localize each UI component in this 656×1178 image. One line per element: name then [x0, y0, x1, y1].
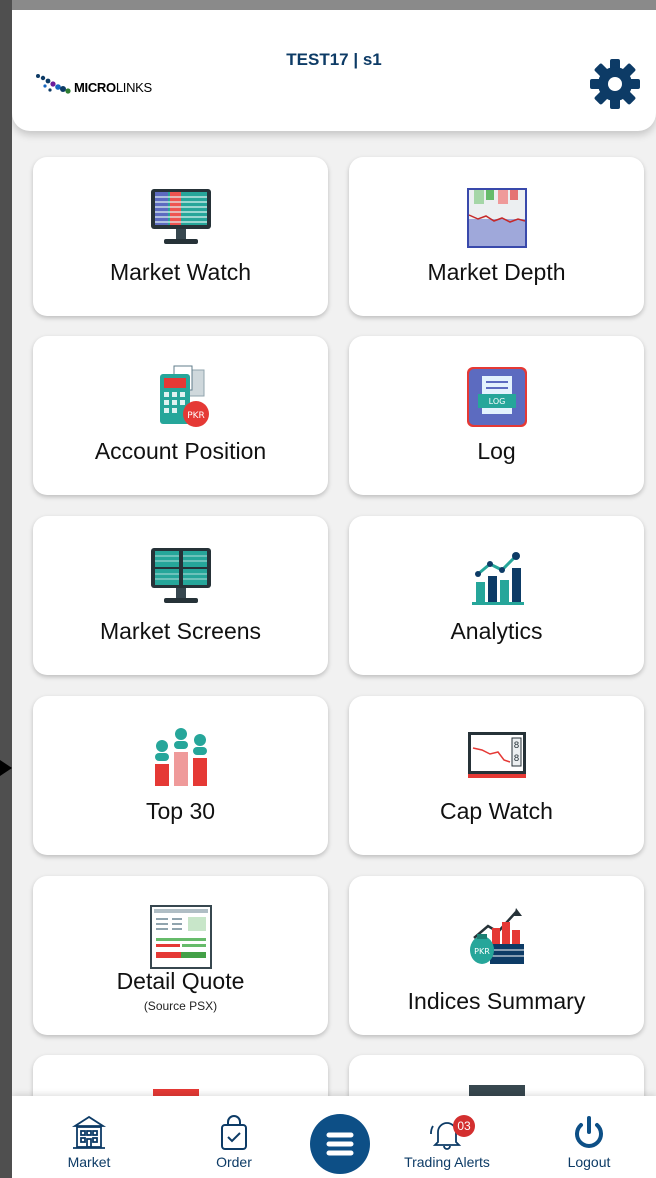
svg-text:LOG: LOG	[488, 397, 505, 406]
nav-label-logout: Logout	[567, 1154, 611, 1170]
nav-label-market: Market	[67, 1154, 111, 1170]
menu-card-log[interactable]: LOG Log	[349, 336, 644, 495]
nav-logout[interactable]: Logout	[534, 1096, 644, 1178]
main-menu-button[interactable]	[310, 1114, 370, 1174]
monitor-screens-icon	[150, 548, 211, 603]
gear-icon	[590, 59, 640, 109]
header-bar: MICROLINKS TEST17 | s1	[12, 10, 656, 131]
building-icon	[71, 1115, 107, 1149]
nav-label-order: Order	[216, 1154, 252, 1170]
shopping-bag-check-icon	[221, 1115, 247, 1150]
window-left-edge	[0, 0, 12, 1178]
menu-card-top-30[interactable]: Top 30	[33, 696, 328, 855]
microlinks-logo: MICROLINKS	[34, 66, 184, 104]
menu-card-detail-quote[interactable]: Detail Quote (Source PSX)	[33, 876, 328, 1035]
menu-label-log: Log	[477, 438, 516, 464]
monitor-table-icon	[150, 189, 211, 244]
menu-card-market-screens[interactable]: Market Screens	[33, 516, 328, 675]
log-document-icon: LOG	[466, 367, 527, 427]
hamburger-menu-icon	[326, 1132, 354, 1156]
cap-watch-board-icon: 8 8	[467, 732, 526, 778]
menu-card-cap-watch[interactable]: 8 8 Cap Watch	[349, 696, 644, 855]
settings-button[interactable]	[589, 58, 641, 110]
menu-label-indices-summary: Indices Summary	[407, 988, 586, 1014]
app-frame: MICROLINKS TEST17 | s1 Market Watch Mark…	[0, 0, 656, 1178]
menu-label-market-screens: Market Screens	[99, 618, 262, 644]
menu-card-market-watch[interactable]: Market Watch	[33, 157, 328, 316]
nav-trading-alerts[interactable]: Trading Alerts	[387, 1096, 507, 1178]
menu-label-detail-quote: Detail Quote	[116, 968, 245, 994]
indices-moneybag-icon: PKR	[469, 908, 524, 964]
menu-card-indices-summary[interactable]: PKR Indices Summary	[349, 876, 644, 1035]
menu-sublabel-detail-quote: (Source PSX)	[143, 999, 218, 1013]
analytics-bar-chart-icon	[471, 552, 524, 605]
window-top-edge	[0, 0, 656, 10]
menu-card-account-position[interactable]: PKR Account Position	[33, 336, 328, 495]
menu-label-market-depth: Market Depth	[427, 259, 566, 285]
menu-label-top-30: Top 30	[145, 798, 216, 824]
menu-card-analytics[interactable]: Analytics	[349, 516, 644, 675]
menu-label-market-watch: Market Watch	[109, 259, 251, 285]
nav-market[interactable]: Market	[34, 1096, 144, 1178]
alerts-count-badge: 03	[453, 1115, 475, 1137]
nav-order[interactable]: Order	[179, 1096, 289, 1178]
logo-mark-icon	[36, 74, 71, 94]
people-bar-chart-icon	[154, 728, 207, 786]
svg-text:8: 8	[513, 741, 519, 751]
svg-text:PKR: PKR	[474, 947, 490, 956]
power-icon	[575, 1116, 603, 1148]
menu-label-cap-watch: Cap Watch	[440, 798, 553, 824]
menu-grid: Market Watch Market Depth PKR Account Po…	[12, 10, 656, 1178]
calculator-pkr-icon: PKR	[159, 365, 209, 427]
svg-text:PKR: PKR	[187, 411, 205, 421]
svg-text:8: 8	[513, 754, 519, 764]
menu-card-market-depth[interactable]: Market Depth	[349, 157, 644, 316]
nav-label-trading-alerts: Trading Alerts	[404, 1154, 490, 1170]
arrow-right-icon	[0, 760, 12, 776]
depth-chart-icon	[466, 188, 527, 248]
logo-text: MICROLINKS	[74, 80, 152, 95]
menu-label-account-position: Account Position	[94, 438, 267, 464]
menu-label-analytics: Analytics	[450, 618, 543, 644]
app-content: MICROLINKS TEST17 | s1 Market Watch Mark…	[12, 10, 656, 1178]
detail-quote-sheet-icon	[149, 905, 212, 969]
page-title: TEST17 | s1	[286, 50, 382, 69]
